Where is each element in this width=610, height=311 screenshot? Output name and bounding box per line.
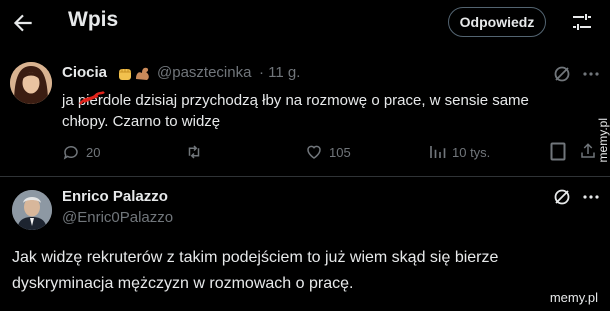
bookmark-icon — [550, 142, 566, 161]
page-title: Wpis — [68, 8, 119, 31]
more-dots-icon — [583, 195, 599, 199]
bookmark-action[interactable] — [550, 142, 566, 161]
tweet-text: Jak widzę rekruterów z takim podejściem … — [12, 245, 498, 297]
tweet-text-line-1: Jak widzę rekruterów z takim podejściem … — [12, 249, 499, 266]
reply-button[interactable]: Odpowiedz — [448, 7, 546, 37]
reply-count: 20 — [86, 144, 101, 160]
more-dots-icon — [583, 72, 599, 76]
view-count: 10 tys. — [452, 144, 491, 160]
post-time[interactable]: · 11 g. — [259, 64, 300, 81]
grok-icon — [554, 66, 570, 82]
more-button[interactable] — [581, 64, 601, 84]
grok-icon — [554, 189, 570, 205]
arrow-left-icon — [13, 14, 32, 32]
reply-action[interactable]: 20 — [62, 143, 100, 161]
flexed-biceps-icon — [134, 64, 152, 82]
heart-icon — [307, 145, 321, 159]
author-name[interactable]: Ciocia — [62, 64, 107, 81]
author-handle[interactable]: @Enric0Palazzo — [62, 209, 173, 226]
tweet-text-line-2: chłopy. Czarno to widzę — [62, 113, 221, 130]
avatar[interactable] — [12, 190, 52, 230]
like-count: 105 — [329, 144, 351, 160]
retweet-action[interactable] — [184, 143, 204, 161]
grok-button[interactable] — [552, 187, 572, 207]
like-action[interactable]: 105 — [305, 143, 351, 161]
raised-fist-icon — [116, 64, 134, 82]
share-action[interactable] — [579, 141, 597, 161]
avatar[interactable] — [10, 62, 52, 104]
censor-scribble — [79, 90, 105, 105]
author-name[interactable]: Enrico Palazzo — [62, 188, 168, 205]
divider — [0, 176, 610, 177]
views-action[interactable]: 10 tys. — [428, 143, 490, 161]
comment-icon — [63, 146, 78, 160]
back-button[interactable] — [10, 10, 36, 36]
author-handle[interactable]: @pasztecinka — [157, 64, 251, 81]
tweet-text-line-1: ja pierdole dzisiaj przychodzą łby na ro… — [62, 92, 529, 109]
grok-button[interactable] — [552, 64, 572, 84]
views-chart-icon — [430, 146, 446, 158]
more-button[interactable] — [581, 187, 601, 207]
watermark-bottom: memy.pl — [549, 290, 598, 305]
tweet-text-line-2: dyskryminacja mężczyzn w rozmowach o pra… — [12, 275, 354, 292]
share-icon — [581, 143, 595, 158]
retweet-icon — [188, 145, 200, 159]
watermark-side: memy.pl — [596, 118, 610, 163]
sliders-icon — [573, 14, 591, 30]
filter-button[interactable] — [570, 10, 594, 34]
